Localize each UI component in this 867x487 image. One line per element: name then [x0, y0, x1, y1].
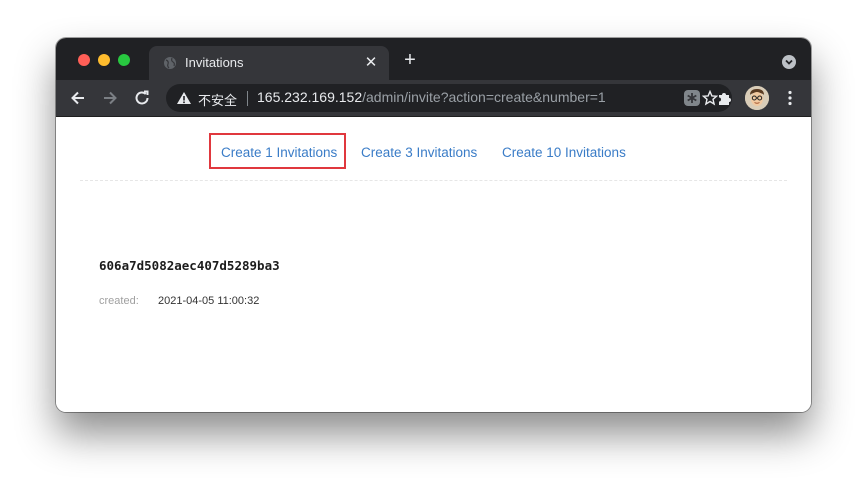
globe-icon — [164, 57, 176, 69]
minimize-window-button[interactable] — [98, 54, 110, 66]
address-bar[interactable]: 不安全 165.232.169.152/admin/invite?action=… — [166, 84, 732, 112]
create-3-invitations-link[interactable]: Create 3 Invitations — [361, 145, 477, 160]
puzzle-icon[interactable] — [716, 89, 734, 107]
nav-divider — [80, 180, 787, 181]
url-path: /admin/invite?action=create&number=1 — [362, 89, 606, 105]
extension-icon[interactable] — [683, 89, 701, 107]
warning-icon[interactable] — [176, 91, 192, 105]
close-window-button[interactable] — [78, 54, 90, 66]
url-host: 165.232.169.152 — [257, 89, 363, 105]
created-timestamp: 2021-04-05 11:00:32 — [158, 295, 260, 307]
create-1-invitations-link[interactable]: Create 1 Invitations — [221, 145, 337, 160]
more-menu-icon[interactable] — [784, 89, 796, 107]
tab-close-icon[interactable]: ✕ — [363, 55, 379, 71]
browser-toolbar: 不安全 165.232.169.152/admin/invite?action=… — [56, 80, 811, 117]
browser-window: Invitations ✕ + 不安全 165.232.169.152/admi… — [56, 38, 811, 412]
created-label: created: — [99, 295, 139, 307]
profile-avatar[interactable] — [745, 86, 769, 110]
tab-title: Invitations — [185, 55, 244, 70]
url-text[interactable]: 165.232.169.152/admin/invite?action=crea… — [257, 89, 606, 105]
invitation-nav: Create 1 Invitations Create 3 Invitation… — [56, 117, 811, 181]
not-secure-label[interactable]: 不安全 — [198, 90, 237, 109]
create-10-invitations-link[interactable]: Create 10 Invitations — [502, 145, 626, 160]
forward-arrow-icon[interactable] — [100, 88, 120, 108]
avatar-face-icon — [745, 86, 769, 110]
reload-icon[interactable] — [132, 88, 152, 108]
page-content: Create 1 Invitations Create 3 Invitation… — [56, 117, 811, 412]
chevron-down-icon — [785, 59, 793, 65]
tab-search-button[interactable] — [782, 55, 796, 69]
tab-invitations[interactable]: Invitations ✕ — [149, 46, 389, 80]
invitation-code: 606a7d5082aec407d5289ba3 — [99, 258, 280, 273]
new-tab-button[interactable]: + — [401, 50, 419, 70]
zoom-window-button[interactable] — [118, 54, 130, 66]
tab-strip: Invitations ✕ + — [56, 38, 811, 80]
back-arrow-icon[interactable] — [68, 88, 88, 108]
omnibox-divider — [247, 91, 248, 106]
